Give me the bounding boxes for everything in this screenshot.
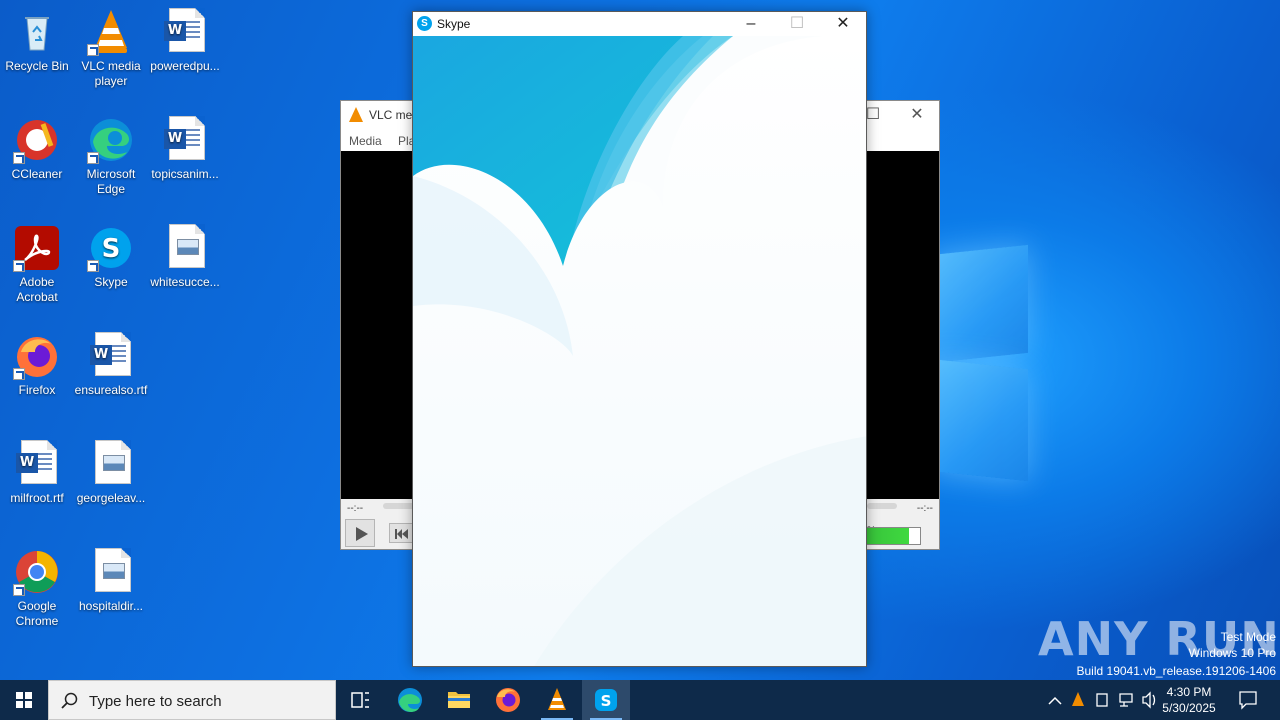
edge-icon: [87, 116, 135, 164]
firefox-icon: [496, 688, 520, 712]
skype-icon: S: [595, 689, 617, 711]
vlc-tray-icon: [1072, 692, 1084, 706]
network-icon: [1119, 693, 1133, 707]
desktop-icon-milfroot[interactable]: W milfroot.rtf: [0, 440, 74, 506]
recycle-bin-icon: [13, 8, 61, 56]
taskbar-firefox[interactable]: [484, 680, 532, 720]
skype-titlebar[interactable]: S Skype – ☐ ✕: [413, 12, 866, 36]
skype-icon: S: [87, 224, 135, 272]
desktop-icon-adobe-acrobat[interactable]: Adobe Acrobat: [0, 224, 74, 305]
play-icon: [356, 527, 368, 541]
word-document-icon: W: [161, 8, 209, 56]
desktop-icon-google-chrome[interactable]: Google Chrome: [0, 548, 74, 629]
task-view-button[interactable]: [336, 680, 384, 720]
taskbar-clock[interactable]: 4:30 PM 5/30/2025: [1154, 684, 1224, 716]
windows-start-icon: [16, 692, 32, 708]
search-placeholder: Type here to search: [89, 693, 222, 710]
search-icon: [61, 692, 78, 709]
vlc-icon: [87, 8, 135, 56]
svg-text:S: S: [601, 692, 612, 710]
image-file-icon: [161, 224, 209, 272]
vlc-cone-icon: [349, 107, 363, 122]
taskbar-search-box[interactable]: Type here to search: [48, 680, 336, 720]
system-tray: [1044, 680, 1166, 720]
desktop-icon-ccleaner[interactable]: CCleaner: [0, 116, 74, 182]
cloud-illustration: [413, 36, 866, 666]
vlc-volume-bar[interactable]: [865, 527, 921, 545]
vlc-previous-button[interactable]: [389, 523, 413, 543]
taskbar-vlc[interactable]: [533, 680, 581, 720]
chrome-icon: [13, 548, 61, 596]
vlc-play-button[interactable]: [345, 519, 375, 547]
desktop-icon-vlc[interactable]: VLC media player: [74, 8, 148, 89]
vlc-menu-media[interactable]: Media: [349, 134, 382, 148]
skype-logo-icon: S: [417, 16, 432, 31]
firefox-icon: [13, 332, 61, 380]
taskbar-file-explorer[interactable]: [435, 680, 483, 720]
svg-text:S: S: [102, 234, 121, 264]
taskbar-skype[interactable]: S: [582, 680, 630, 720]
clock-time: 4:30 PM: [1166, 685, 1212, 699]
folder-icon: [448, 692, 470, 708]
desktop-icon-topicsanim[interactable]: W topicsanim...: [148, 116, 222, 182]
skip-back-icon: [395, 529, 408, 539]
skype-maximize-button[interactable]: ☐: [774, 12, 820, 36]
desktop-icon-microsoft-edge[interactable]: Microsoft Edge: [74, 116, 148, 197]
device-tray-icon: [1096, 693, 1108, 707]
taskbar-edge[interactable]: [386, 680, 434, 720]
windows-edition-text: Windows 10 Pro: [1188, 646, 1276, 660]
desktop-icon-ensurealso[interactable]: W ensurealso.rtf: [74, 332, 148, 398]
action-center-button[interactable]: [1224, 680, 1272, 720]
desktop: Recycle Bin CCleaner Adobe Acrobat Firef…: [0, 0, 1280, 680]
word-document-icon: W: [13, 440, 61, 488]
start-button[interactable]: [0, 680, 48, 720]
vlc-close-button[interactable]: ✕: [907, 105, 927, 125]
skype-splash-screen: [413, 36, 866, 666]
taskbar: Type here to search S 4:30 PM 5/30/2025: [0, 680, 1280, 720]
skype-window-title: Skype: [437, 17, 471, 31]
test-mode-text: Test Mode: [1220, 630, 1276, 644]
desktop-icon-hospitaldir[interactable]: hospitaldir...: [74, 548, 148, 614]
desktop-icon-skype[interactable]: S Skype: [74, 224, 148, 290]
desktop-icon-firefox[interactable]: Firefox: [0, 332, 74, 398]
desktop-icon-recycle-bin[interactable]: Recycle Bin: [0, 8, 74, 74]
task-view-icon: [351, 692, 369, 708]
show-hidden-icons-icon: [1048, 696, 1062, 705]
skype-minimize-button[interactable]: –: [728, 12, 774, 36]
desktop-icon-georgeleav[interactable]: georgeleav...: [74, 440, 148, 506]
clock-date: 5/30/2025: [1162, 701, 1216, 715]
vlc-window-title: VLC me: [369, 108, 413, 122]
skype-window[interactable]: S Skype – ☐ ✕: [412, 11, 867, 667]
desktop-icon-poweredpu[interactable]: W poweredpu...: [148, 8, 222, 74]
edge-icon: [398, 688, 422, 712]
skype-close-button[interactable]: ✕: [820, 12, 866, 36]
word-document-icon: W: [161, 116, 209, 164]
image-file-icon: [87, 548, 135, 596]
vlc-icon: [548, 688, 566, 710]
ccleaner-icon: [13, 116, 61, 164]
notification-icon: [1239, 691, 1257, 710]
image-file-icon: [87, 440, 135, 488]
volume-icon: [1142, 691, 1156, 709]
adobe-acrobat-icon: [13, 224, 61, 272]
vlc-seek-bar-right[interactable]: [867, 503, 897, 509]
build-number-text: Build 19041.vb_release.191206-1406: [1076, 664, 1277, 678]
vlc-elapsed-time: --:--: [347, 503, 364, 514]
desktop-icon-whitesucce[interactable]: whitesucce...: [148, 224, 222, 290]
word-document-icon: W: [87, 332, 135, 380]
vlc-total-time: --:--: [916, 503, 933, 514]
